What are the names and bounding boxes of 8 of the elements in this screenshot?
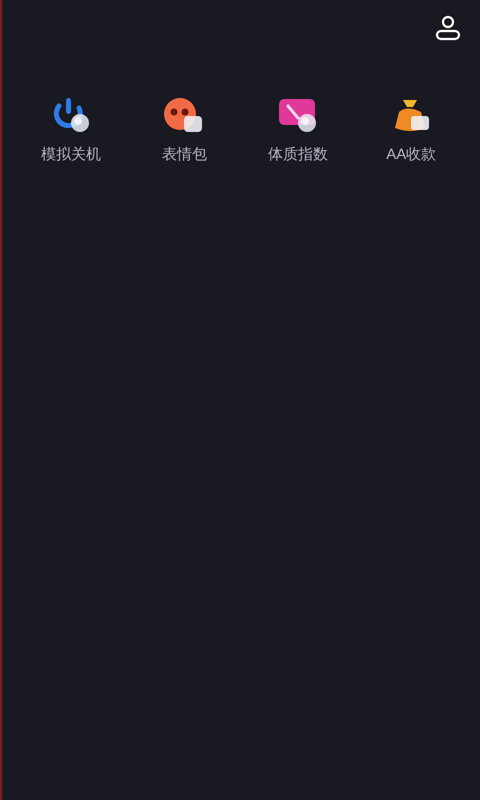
tool-label: AA收款 [386,145,436,165]
tool-item[interactable]: AA收款 [354,96,468,166]
tool-item[interactable]: 表情包 [128,96,241,166]
tool-label: 模拟关机 [40,145,101,165]
tool-label: 表情包 [162,145,207,165]
tool-item[interactable]: 模拟关机 [14,96,128,166]
tool-label: 体质指数 [268,145,328,165]
tool-item[interactable]: 体质指数 [241,96,354,166]
